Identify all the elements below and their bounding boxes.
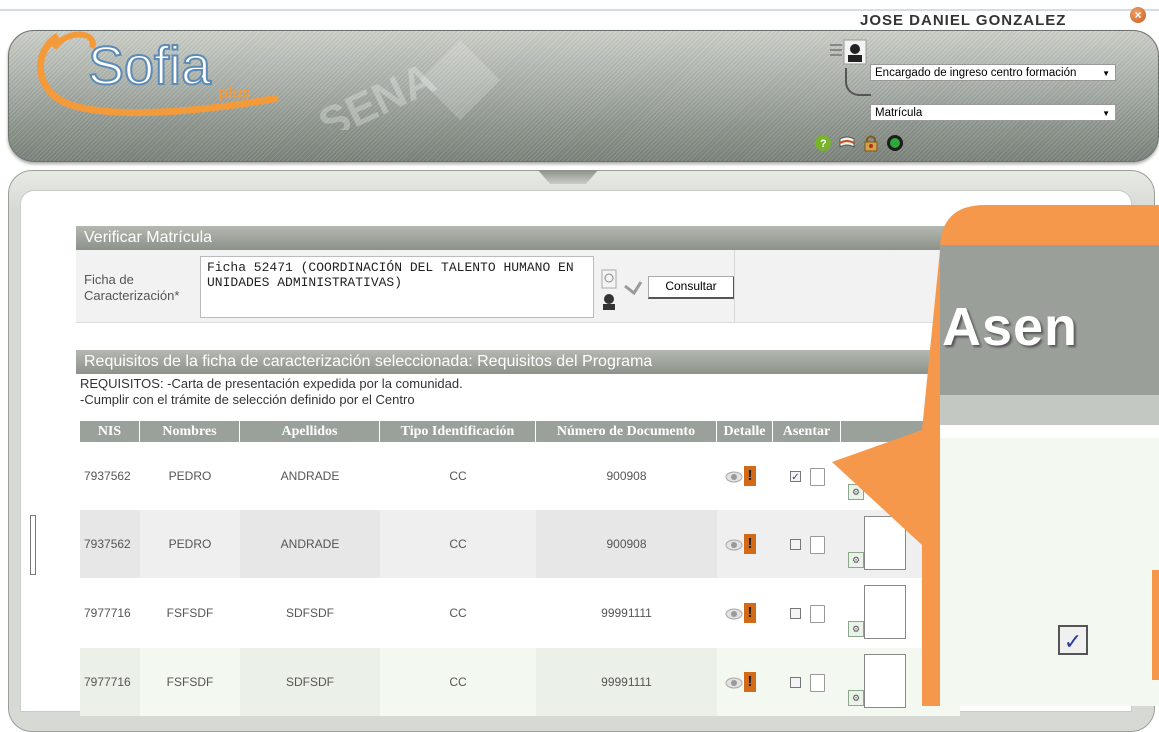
module-select[interactable]: Matrícula ▼ [870, 104, 1116, 121]
svg-text:SENA: SENA [311, 53, 443, 130]
observation-field[interactable] [864, 516, 906, 570]
col-documento: Número de Documento [536, 421, 717, 442]
zoom-asentar-label: Asen [942, 297, 1079, 357]
col-tipo: Tipo Identificación [380, 421, 536, 442]
asentar-checkbox[interactable] [790, 539, 801, 550]
requisitos-text: REQUISITOS: -Carta de presentación exped… [80, 376, 463, 408]
book-icon[interactable] [838, 134, 856, 152]
cell-nis: 7937562 [84, 469, 131, 483]
col-nombres: Nombres [140, 421, 240, 442]
table-row: 7937562 PEDRO ANDRADE CC 900908! ⚙ [80, 510, 960, 578]
document-icon[interactable] [810, 536, 825, 554]
requisitos-title: Requisitos de la ficha de caracterizació… [76, 350, 956, 374]
cell-tipo: CC [449, 469, 467, 483]
close-icon[interactable]: × [1130, 7, 1146, 23]
col-asentar: Asentar [773, 421, 841, 442]
cell-nombres: PEDRO [168, 537, 212, 551]
col-nis: NIS [80, 421, 140, 442]
id-card-icon [830, 39, 867, 65]
eye-icon[interactable] [725, 471, 743, 483]
col-detalle: Detalle [717, 421, 773, 442]
help-icon[interactable]: ? [814, 134, 832, 152]
form-divider [734, 250, 735, 322]
cell-apellidos: ANDRADE [280, 469, 340, 483]
attach-icon[interactable]: ⚙ [848, 552, 864, 568]
document-icon[interactable] [810, 468, 825, 486]
asentar-checkbox[interactable] [790, 677, 801, 688]
zoom-checkbox[interactable]: ✓ [1058, 625, 1088, 655]
sena-watermark: SENA [311, 40, 500, 130]
cell-tipo: CC [449, 606, 467, 620]
ficha-label: Ficha de Caracterización* [84, 272, 180, 303]
cell-nombres: PEDRO [168, 469, 212, 483]
cell-apellidos: ANDRADE [240, 510, 380, 578]
chevron-down-icon: ▼ [1102, 109, 1110, 118]
consultar-button[interactable]: Consultar [648, 276, 735, 299]
eye-icon[interactable] [725, 539, 743, 551]
power-icon[interactable] [886, 134, 904, 152]
attach-icon[interactable]: ⚙ [848, 484, 864, 500]
chevron-down-icon: ▼ [1102, 69, 1110, 78]
warning-icon[interactable]: ! [744, 603, 756, 623]
role-select[interactable]: Encargado de ingreso centro formación ▼ [870, 64, 1116, 81]
search-icon[interactable] [600, 268, 620, 312]
cell-documento: 900908 [536, 510, 717, 578]
eye-icon[interactable] [725, 677, 743, 689]
sofia-plus-logo: Sofia plus [37, 31, 279, 117]
col-extra [841, 421, 960, 442]
attach-icon[interactable]: ⚙ [848, 621, 864, 637]
cell-nis: 7977716 [84, 606, 131, 620]
clear-icon[interactable] [622, 278, 644, 300]
logo-text: Sofia [88, 36, 212, 96]
observation-field[interactable] [864, 654, 906, 708]
verificar-title: Verificar Matrícula [76, 226, 956, 250]
logo-subtext: plus [218, 85, 251, 102]
user-name: JOSE DANIEL GONZALEZ [860, 12, 1067, 29]
attach-icon[interactable]: ⚙ [848, 690, 864, 706]
requisitos-line-2: -Cumplir con el trámite de selección def… [80, 392, 415, 407]
requisitos-line-1: REQUISITOS: -Carta de presentación exped… [80, 376, 463, 391]
ficha-field[interactable]: Ficha 52471 (COORDINACIÓN DEL TALENTO HU… [200, 256, 594, 318]
select-connector [845, 68, 871, 96]
role-select-value: Encargado de ingreso centro formación [875, 67, 1077, 79]
cell-documento: 99991111 [601, 606, 652, 620]
top-border [0, 0, 1159, 11]
lock-icon[interactable] [862, 134, 880, 152]
svg-text:?: ? [820, 138, 827, 150]
table-row: 7977716 FSFSDF SDFSDF CC 99991111! ⚙ [80, 579, 960, 647]
warning-icon[interactable]: ! [744, 466, 756, 486]
col-apellidos: Apellidos [240, 421, 380, 442]
cell-apellidos: SDFSDF [286, 606, 334, 620]
document-icon[interactable] [810, 605, 825, 623]
observation-field[interactable] [864, 585, 906, 639]
warning-icon[interactable]: ! [744, 534, 756, 554]
document-icon[interactable] [810, 674, 825, 692]
asentar-checkbox[interactable]: ✓ [790, 471, 801, 483]
cell-nombres: FSFSDF [166, 606, 214, 620]
cell-documento: 900908 [606, 469, 647, 483]
module-select-value: Matrícula [875, 107, 923, 119]
cell-nis: 7937562 [80, 510, 140, 578]
asentar-checkbox[interactable] [790, 608, 801, 619]
scroll-handle[interactable] [30, 515, 36, 575]
table-row: 7937562 PEDRO ANDRADE CC 900908! ✓ ⚙ [80, 442, 960, 510]
warning-icon[interactable]: ! [744, 672, 756, 692]
cell-tipo: CC [449, 537, 467, 551]
eye-icon[interactable] [725, 608, 743, 620]
